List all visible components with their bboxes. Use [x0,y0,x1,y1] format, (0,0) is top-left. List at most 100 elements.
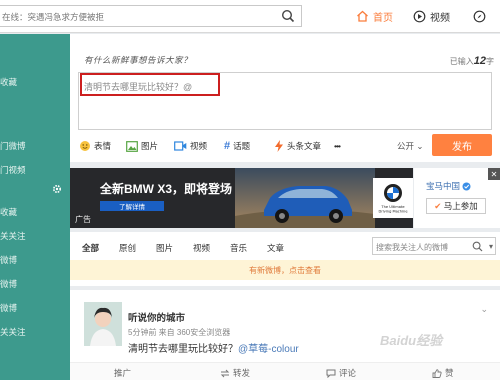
nav-home-label: 首页 [373,12,393,24]
ad-title: 全新BMW X3，即将登场 [100,182,233,196]
char-count-value: 12 [473,55,486,67]
sidebar-item-favorites-2[interactable]: 收藏 [0,206,17,218]
comment-button[interactable]: 评论 [326,367,356,379]
search-icon[interactable] [472,241,483,252]
car-image [264,186,352,223]
repost-button[interactable]: 转发 [220,367,250,379]
post-text: 清明节去哪里玩比较好？@草莓-colour [128,340,299,355]
repost-icon [220,369,230,377]
like-label: 赞 [445,368,454,378]
hashtag-icon: # [224,140,231,152]
tab-all[interactable]: 全部 [82,242,99,254]
video-label: 视频 [190,141,208,151]
global-search-placeholder: 在线：突遇冯急求方便被拒 [2,12,105,22]
lightning-icon [275,140,283,152]
nav-home[interactable]: 首页 [356,8,393,24]
sidebar-item-follow[interactable]: 关关注 [0,326,26,338]
sponsor-name[interactable]: 宝马中国 [426,180,471,192]
chevron-down-icon: ⌄ [416,141,424,151]
feed-search-input[interactable]: 搜索我关注人的微博 ▾ [372,237,496,255]
chevron-down-icon[interactable]: ⌄ [480,304,488,315]
home-icon [357,10,368,22]
sidebar-item-favorites[interactable]: 收藏 [0,76,17,88]
sidebar-item-weibo-c[interactable]: 微博 [0,302,17,314]
sidebar-item-weibo-a[interactable]: 微博 [0,254,17,266]
tab-music[interactable]: 音乐 [230,242,247,254]
tab-images[interactable]: 图片 [156,242,173,254]
bmw-logo-mark: The Ultimate Driving Machine [378,184,408,214]
ad-learn-more-button[interactable]: 了解详情 [100,201,164,211]
ad-banner[interactable]: 全新BMW X3，即将登场 了解详情 The Ultimate Driving … [70,168,413,228]
bmw-logo: The Ultimate Driving Machine [373,178,413,218]
post-actions: 推广 转发 评论 赞 [70,362,500,380]
global-search-input[interactable]: 在线：突遇冯急求方便被拒 [0,5,302,27]
emoji-label: 表情 [94,141,112,151]
compass-icon [473,10,486,22]
feed-search-placeholder: 搜索我关注人的微博 [376,243,448,252]
visibility-label: 公开 [397,141,415,151]
sidebar-item-weibo-b[interactable]: 微博 [0,278,17,290]
topic-button[interactable]: # 话题 [224,139,250,153]
nav-discover[interactable] [473,8,486,24]
like-button[interactable]: 赞 [432,367,454,379]
tab-original[interactable]: 原创 [119,242,136,254]
visibility-select[interactable]: 公开 ⌄ [397,140,424,152]
char-count-suffix: 字 [486,57,494,66]
video-icon [413,10,426,22]
watermark: Baidu经验 [380,333,443,348]
image-icon [126,140,138,152]
post-username[interactable]: 听说你的城市 [128,310,185,324]
join-button[interactable]: ✔ 马上参加 [426,198,486,214]
post-text-body: 清明节去哪里玩比较好？ [128,344,238,355]
post-meta: 5分钟前 来自 360安全浏览器 [128,328,231,337]
tab-videos[interactable]: 视频 [193,242,210,254]
camera-icon [174,141,187,151]
nav-video[interactable]: 视频 [413,8,450,24]
new-posts-banner[interactable]: 有新微博，点击查看 [70,260,500,280]
sidebar-item-hot-weibo[interactable]: 门微博 [0,140,26,152]
avatar[interactable] [84,302,122,346]
comment-icon [326,369,336,378]
ad-background [70,168,413,228]
post-mention[interactable]: @草莓-colour [238,344,299,355]
bmw-slogan-line2: Driving Machine [378,210,408,214]
sponsor-card: 宝马中国 ✔ 马上参加 ✕ [414,168,500,228]
more-label: ••• [334,141,341,151]
sidebar-item-hot-video[interactable]: 门视频 [0,164,26,176]
verified-icon [462,182,471,191]
follow-icon: ✔ [434,200,442,211]
join-label: 马上参加 [443,201,478,211]
emoji-button[interactable]: 表情 [79,139,111,153]
emoji-icon [80,141,90,151]
promote-button[interactable]: 推广 [114,367,131,379]
thumbs-up-icon [432,368,442,378]
sidebar-item-special-follow[interactable]: 关关注 [0,230,26,242]
repost-label: 转发 [233,368,251,378]
chevron-down-icon[interactable]: ▾ [489,242,493,251]
ad-label: 广告 [75,215,91,224]
video-button[interactable]: 视频 [174,139,207,153]
char-count-prefix: 已输入 [449,57,474,66]
left-sidebar: 收藏 门微博 门视频 收藏 关关注 微博 微博 微博 关关注 [0,34,70,380]
nav-video-label: 视频 [430,12,450,24]
publish-button[interactable]: 发布 [432,134,492,156]
topic-label: 话题 [233,141,251,151]
compose-text: 清明节去哪里玩比较好？@ [84,82,193,92]
tab-articles[interactable]: 文章 [267,242,284,254]
feed-header: 全部 原创 图片 视频 音乐 文章 搜索我关注人的微博 ▾ 有新微博，点击查看 [70,232,500,286]
avatar-image [84,302,122,346]
more-button[interactable]: ••• [334,139,341,153]
gear-icon[interactable] [52,184,62,194]
comment-label: 评论 [339,368,357,378]
image-button[interactable]: 图片 [126,139,158,153]
search-icon[interactable] [281,9,295,23]
top-bar: 在线：突遇冯急求方便被拒 首页 视频 [0,0,500,33]
compose-panel: 有什么新鲜事想告诉大家？ 已输入12字 清明节去哪里玩比较好？@ 表情 图片 视… [70,34,500,162]
article-label: 头条文章 [287,141,322,151]
char-count: 已输入12字 [450,55,494,67]
close-icon[interactable]: ✕ [488,168,500,180]
bmw-slogan-line1: The Ultimate [380,205,405,209]
article-button[interactable]: 头条文章 [274,139,321,153]
compose-title: 有什么新鲜事想告诉大家？ [84,55,193,65]
sponsor-name-text: 宝马中国 [426,181,461,191]
